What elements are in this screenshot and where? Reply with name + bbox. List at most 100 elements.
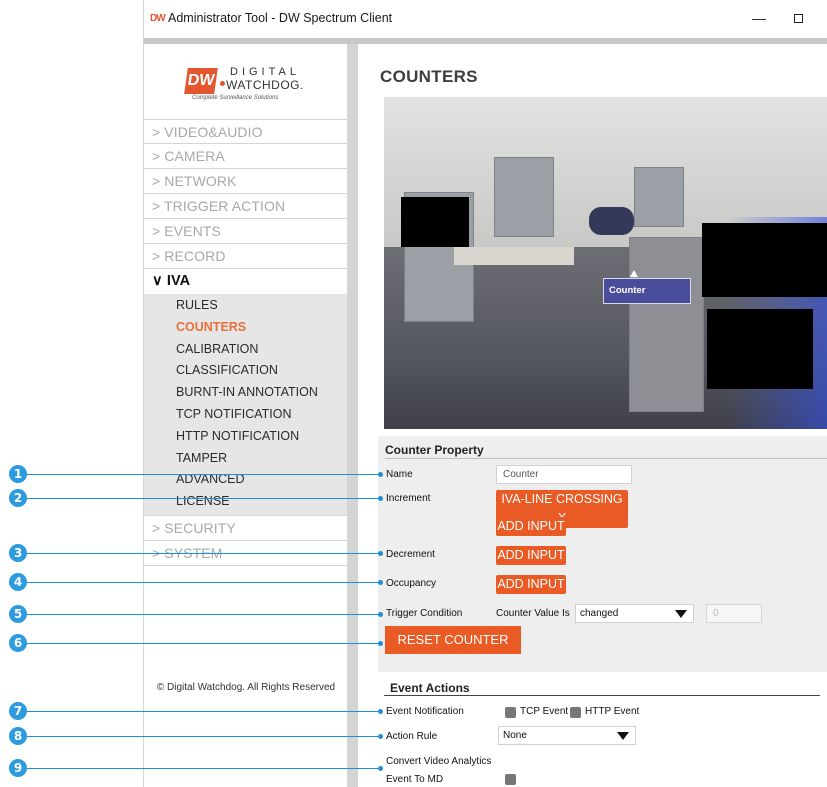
logo-line1: DIGITAL (230, 66, 300, 78)
video-cubicle-back (634, 167, 684, 227)
name-input[interactable]: Counter (496, 465, 632, 484)
submenu-item-classification[interactable]: CLASSIFICATION (144, 360, 348, 382)
callout-line-1 (18, 474, 380, 475)
callout-line-3 (18, 553, 380, 554)
video-cubicle-back-left (494, 157, 554, 237)
sidebar-item-events[interactable]: > EVENTS (144, 219, 348, 244)
logo-dot (220, 81, 225, 86)
submenu-item-burnt-in-annotation[interactable]: BURNT-IN ANNOTATION (144, 382, 348, 404)
tcp-event-checkbox[interactable] (505, 707, 516, 718)
app-logo-icon: DW (150, 13, 166, 24)
counter-property-title: Counter Property (385, 443, 484, 457)
sidebar-item-network[interactable]: > NETWORK (144, 169, 348, 194)
chevron-down-icon (675, 610, 687, 618)
submenu-item-tamper[interactable]: TAMPER (144, 448, 348, 470)
trigger-condition-label: Trigger Condition (386, 608, 463, 619)
video-round-table (589, 207, 634, 235)
tcp-event-label: TCP Event (520, 706, 569, 717)
callout-dot-2 (378, 496, 383, 501)
sidebar-item-security[interactable]: > SECURITY (144, 516, 348, 541)
callout-dot-7 (378, 709, 383, 714)
callout-dot-5 (378, 612, 383, 617)
sidebar-item-trigger-action[interactable]: > TRIGGER ACTION (144, 194, 348, 219)
screenshot: DW Administrator Tool - DW Spectrum Clie… (0, 0, 827, 787)
trigger-value-input[interactable]: 0 (706, 604, 762, 623)
submenu-item-tcp-notification[interactable]: TCP NOTIFICATION (144, 404, 348, 426)
callout-badge-9: 9 (9, 759, 27, 777)
event-actions-divider (384, 695, 820, 696)
callout-line-4 (18, 582, 380, 583)
callout-dot-8 (378, 734, 383, 739)
submenu-item-http-notification[interactable]: HTTP NOTIFICATION (144, 426, 348, 448)
occupancy-label: Occupancy (386, 578, 437, 589)
sidebar-scrollbar[interactable] (347, 44, 358, 787)
increment-label: Increment (386, 493, 431, 504)
copyright-text: © Digital Watchdog. All Rights Reserved (156, 682, 336, 693)
name-label: Name (386, 469, 413, 480)
callout-badge-3: 3 (9, 544, 27, 562)
http-event-checkbox[interactable] (570, 707, 581, 718)
main-content: COUNTERS Counter Counter Property Name C… (358, 44, 827, 787)
privacy-mask-3 (707, 309, 813, 389)
callout-badge-8: 8 (9, 727, 27, 745)
callout-badge-7: 7 (9, 702, 27, 720)
sidebar-item-video-audio[interactable]: > VIDEO&AUDIO (144, 119, 348, 144)
sidebar-item-camera[interactable]: > CAMERA (144, 144, 348, 169)
counter-property-divider (385, 458, 827, 459)
trigger-condition-value: changed (580, 608, 619, 619)
digital-watchdog-logo: DW DIGITAL WATCHDOG. Complete Surveillan… (180, 66, 310, 106)
submenu-item-counters[interactable]: COUNTERS (144, 317, 348, 339)
maximize-icon (793, 13, 803, 23)
event-to-md-label: Event To MD (386, 774, 444, 785)
callout-dot-1 (378, 472, 383, 477)
counter-overlay-label[interactable]: Counter (603, 278, 691, 304)
counter-value-is-label: Counter Value Is (496, 608, 570, 619)
page-title: COUNTERS (380, 67, 478, 86)
action-rule-value: None (503, 730, 527, 741)
occupancy-add-input-button[interactable]: ADD INPUT (496, 575, 566, 594)
dw-logo-mark: DW (184, 68, 218, 94)
callout-badge-6: 6 (9, 634, 27, 652)
counter-anchor-icon (630, 270, 638, 277)
submenu-item-license[interactable]: LICENSE (144, 491, 348, 513)
logo-line2: WATCHDOG. (226, 78, 304, 92)
trigger-condition-select[interactable]: changed (575, 604, 694, 623)
action-rule-select[interactable]: None (498, 726, 636, 745)
event-actions-title: Event Actions (390, 681, 470, 695)
callout-line-9 (18, 768, 380, 769)
convert-video-analytics-label: Convert Video Analytics (386, 756, 492, 767)
reset-counter-button[interactable]: RESET COUNTER (385, 626, 521, 654)
callout-dot-6 (378, 641, 383, 646)
callout-line-6 (18, 643, 380, 644)
callout-dot-4 (378, 580, 383, 585)
callout-dot-3 (378, 551, 383, 556)
callout-line-7 (18, 711, 380, 712)
video-partition-center (629, 237, 704, 412)
chevron-down-icon (617, 732, 629, 740)
event-to-md-checkbox[interactable] (505, 774, 516, 785)
callout-line-2 (18, 498, 380, 499)
privacy-mask-1 (401, 197, 469, 247)
decrement-add-input-button[interactable]: ADD INPUT (496, 546, 566, 565)
minimize-icon: — (752, 10, 766, 26)
callout-dot-9 (378, 766, 383, 771)
minimize-button[interactable]: — (748, 8, 770, 28)
decrement-label: Decrement (386, 549, 435, 560)
sidebar-item-iva[interactable]: ∨ IVA (144, 269, 348, 294)
sidebar-item-record[interactable]: > RECORD (144, 244, 348, 269)
counter-property-panel: Counter Property Name Counter Increment … (378, 436, 827, 672)
http-event-label: HTTP Event (585, 706, 640, 717)
submenu-item-rules[interactable]: RULES (144, 295, 348, 317)
callout-badge-5: 5 (9, 605, 27, 623)
submenu-item-advanced[interactable]: ADVANCED (144, 469, 348, 491)
event-notification-label: Event Notification (386, 706, 464, 717)
maximize-button[interactable] (787, 8, 809, 28)
submenu-item-calibration[interactable]: CALIBRATION (144, 339, 348, 361)
window-title-bar: DW Administrator Tool - DW Spectrum Clie… (143, 0, 827, 38)
logo-tagline: Complete Surveillance Solutions (192, 95, 279, 101)
increment-add-input-button[interactable]: ADD INPUT (496, 517, 566, 536)
sidebar: DW DIGITAL WATCHDOG. Complete Surveillan… (143, 44, 348, 787)
action-rule-label: Action Rule (386, 731, 438, 742)
callout-badge-2: 2 (9, 489, 27, 507)
camera-video-preview[interactable]: Counter (384, 97, 827, 429)
